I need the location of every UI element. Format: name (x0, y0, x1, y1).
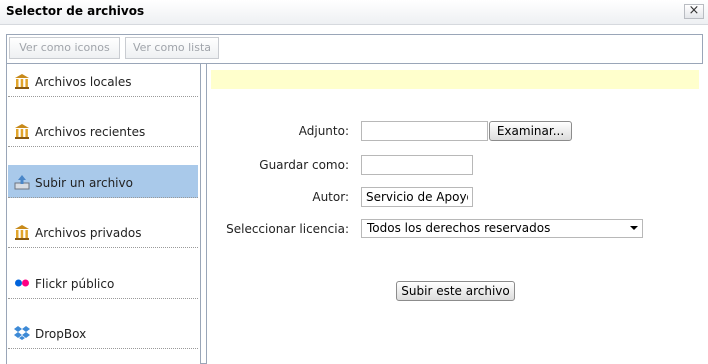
flickr-icon (15, 279, 29, 287)
file-picker-panel: Ver como iconos Ver como lista Archivos … (6, 34, 703, 364)
dialog-title: Selector de archivos (6, 4, 145, 18)
sidebar-item-label: DropBox (35, 327, 87, 341)
chevron-down-icon (630, 226, 638, 230)
notice-bar (211, 70, 699, 89)
title-bar: Selector de archivos × (0, 0, 708, 25)
repository-icon (15, 124, 29, 139)
repository-sidebar: Archivos locales Archivos recientes Subi… (7, 64, 201, 364)
author-field[interactable] (361, 187, 473, 207)
view-toolbar: Ver como iconos Ver como lista (7, 35, 702, 64)
sidebar-item-label: Archivos privados (35, 226, 142, 240)
attachment-field[interactable] (361, 121, 488, 141)
close-button[interactable]: × (684, 4, 704, 19)
upload-icon (14, 175, 30, 190)
license-select[interactable]: Todos los derechos reservados (361, 219, 643, 238)
license-label: Seleccionar licencia: (226, 222, 349, 236)
attachment-label: Adjunto: (298, 124, 349, 138)
author-label: Autor: (312, 190, 349, 204)
save-as-label: Guardar como: (259, 158, 349, 172)
repository-icon (15, 225, 29, 240)
upload-form-area: Adjunto: Examinar... Guardar como: Autor… (206, 64, 703, 364)
sidebar-item-label: Archivos recientes (35, 125, 146, 139)
sidebar-item-label: Archivos locales (35, 75, 132, 89)
license-selected-value: Todos los derechos reservados (367, 221, 551, 235)
sidebar-item-label: Flickr público (35, 277, 115, 291)
sidebar-item-flickr-public[interactable]: Flickr público (8, 266, 198, 299)
dropbox-icon (14, 326, 30, 340)
view-as-icons-button[interactable]: Ver como iconos (9, 37, 120, 59)
sidebar-item-label: Subir un archivo (35, 176, 133, 190)
view-as-list-button[interactable]: Ver como lista (125, 37, 219, 59)
repository-icon (15, 74, 29, 89)
save-as-field[interactable] (361, 155, 473, 175)
sidebar-item-dropbox[interactable]: DropBox (8, 316, 198, 349)
close-icon: × (688, 3, 700, 18)
sidebar-item-local-files[interactable]: Archivos locales (8, 64, 198, 97)
browse-button[interactable]: Examinar... (489, 121, 572, 141)
upload-file-button[interactable]: Subir este archivo (396, 281, 515, 301)
